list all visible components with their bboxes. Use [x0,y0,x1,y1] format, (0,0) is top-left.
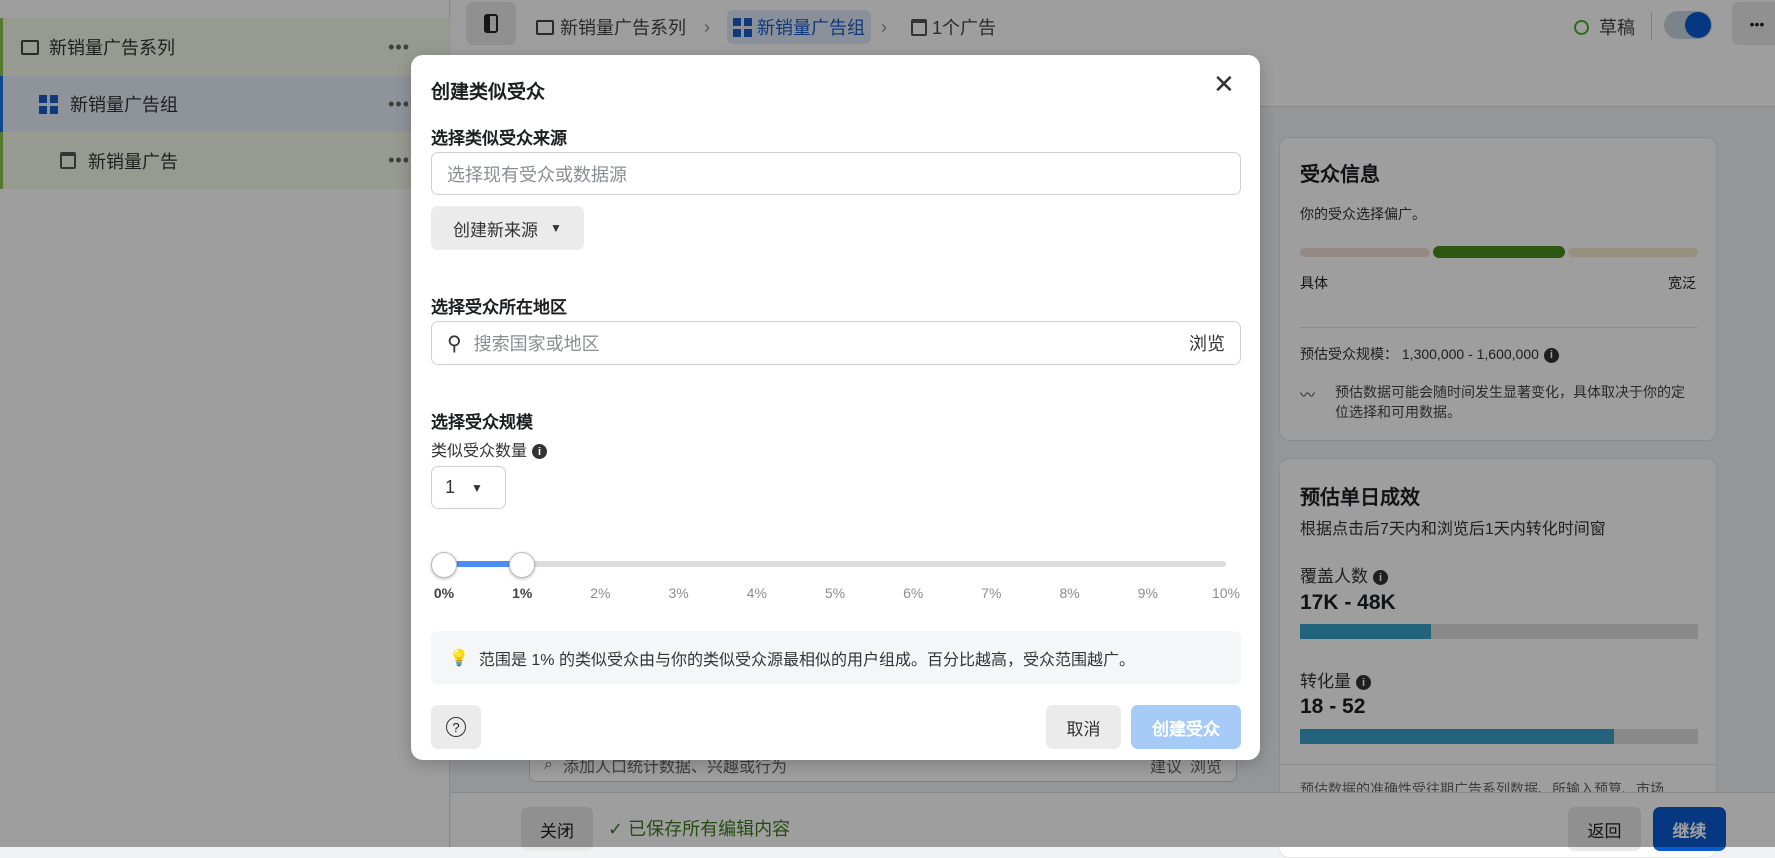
count-label: 类似受众数量 i [431,437,548,461]
create-lookalike-dialog: 创建类似受众 ✕ 选择类似受众来源 选择现有受众或数据源 创建新来源 ▼ 选择受众… [411,55,1260,760]
slider-min-handle[interactable] [431,552,457,578]
hint-box: 💡 范围是 1% 的类似受众由与你的类似受众源最相似的用户组成。百分比越高，受众… [431,631,1241,684]
count-select[interactable]: 1 ▼ [431,466,506,509]
caret-down-icon: ▼ [471,480,483,495]
slider-tick-label: 4% [746,585,767,601]
caret-down-icon: ▼ [550,221,562,235]
search-icon: ⚲ [447,332,462,355]
slider-tick-label: 1% [512,585,533,601]
slider-tick-label: 8% [1059,585,1080,601]
dialog-title: 创建类似受众 [431,82,546,103]
size-label: 选择受众规模 [431,413,533,432]
slider-tick-label: 5% [824,585,846,601]
browse-link[interactable]: 浏览 [1189,330,1225,356]
cancel-button[interactable]: 取消 [1046,705,1121,749]
slider-tick-label: 10% [1211,585,1241,601]
help-icon: ? [446,717,466,737]
slider-tick-label: 3% [668,585,689,601]
slider-tick-label: 7% [981,585,1002,601]
slider-max-handle[interactable] [509,552,536,578]
info-icon[interactable]: i [532,444,548,460]
create-audience-button[interactable]: 创建受众 [1131,705,1241,749]
source-label: 选择类似受众来源 [431,129,567,148]
close-icon[interactable]: ✕ [1213,71,1235,97]
lightbulb-icon: 💡 [449,649,469,667]
location-search-input[interactable]: ⚲ 搜索国家或地区 浏览 [431,321,1241,365]
slider-tick-label: 6% [903,585,924,601]
create-source-button[interactable]: 创建新来源 ▼ [431,206,584,250]
location-label: 选择受众所在地区 [431,298,567,317]
source-input[interactable]: 选择现有受众或数据源 [431,152,1241,195]
slider-tick-label: 2% [590,585,611,601]
slider-track[interactable] [444,561,1226,567]
help-button[interactable]: ? [431,705,481,749]
slider-tick-label: 0% [433,585,455,601]
slider-tick-label: 9% [1137,585,1158,601]
